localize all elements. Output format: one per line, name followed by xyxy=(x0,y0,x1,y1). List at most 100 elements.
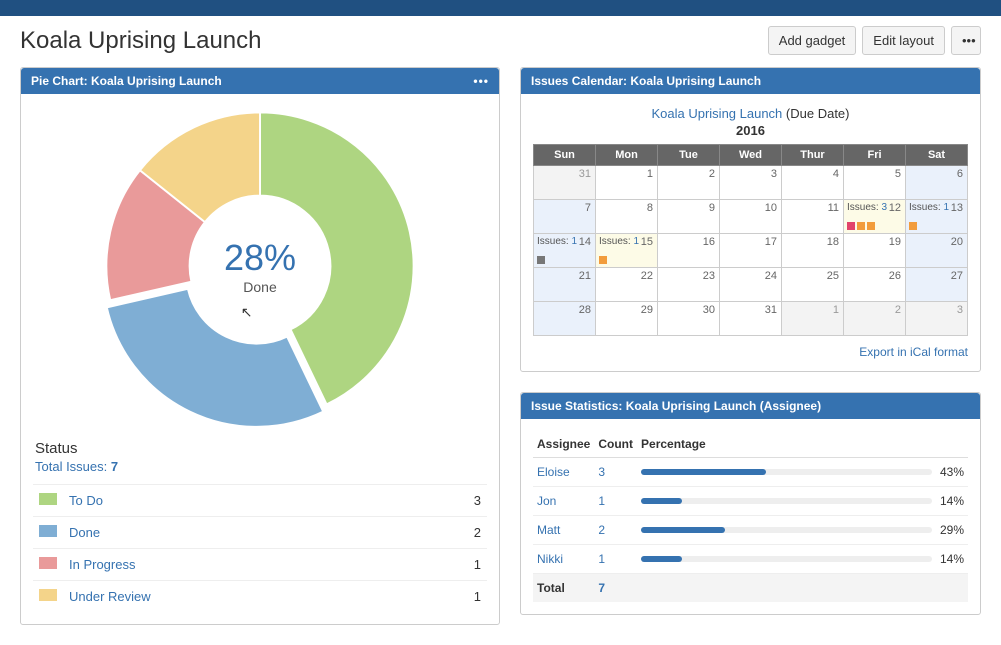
assignee-link[interactable]: Matt xyxy=(537,523,560,537)
calendar-cell[interactable]: 9 xyxy=(658,200,720,234)
swatch-icon xyxy=(39,493,57,505)
legend-status-link[interactable]: In Progress xyxy=(69,557,135,572)
calendar-cell[interactable]: 21 xyxy=(534,268,596,302)
legend-table: To Do3Done2In Progress1Under Review1 xyxy=(33,484,487,612)
calendar-cell[interactable]: 26 xyxy=(844,268,906,302)
count-link[interactable]: 2 xyxy=(598,523,605,537)
calendar-cell[interactable]: 4 xyxy=(782,166,844,200)
calendar-day-number: 1 xyxy=(647,168,653,180)
calendar-issue-link[interactable]: 3 xyxy=(881,202,887,213)
calendar-cell[interactable]: 3 xyxy=(720,166,782,200)
swatch-icon xyxy=(39,557,57,569)
legend-status-link[interactable]: Done xyxy=(69,525,100,540)
calendar-cell[interactable]: 31 xyxy=(534,166,596,200)
legend-count: 1 xyxy=(447,581,487,613)
calendar-day-number: 29 xyxy=(641,304,653,316)
count-link[interactable]: 3 xyxy=(598,465,605,479)
calendar-cell[interactable]: Issues: 114 xyxy=(534,234,596,268)
assignee-link[interactable]: Jon xyxy=(537,494,556,508)
calendar-cell[interactable]: 3 xyxy=(906,302,968,336)
pie-chart-header: Pie Chart: Koala Uprising Launch ••• xyxy=(21,68,499,94)
calendar-issue-link[interactable]: 1 xyxy=(633,236,639,247)
calendar-day-number: 7 xyxy=(585,202,591,214)
export-ical-link[interactable]: Export in iCal format xyxy=(859,345,968,359)
calendar-cell[interactable]: 2 xyxy=(844,302,906,336)
calendar-cell[interactable]: 16 xyxy=(658,234,720,268)
calendar-cell[interactable]: 17 xyxy=(720,234,782,268)
calendar-cell[interactable]: 31 xyxy=(720,302,782,336)
percent-value: 43% xyxy=(936,458,968,487)
calendar-day-number: 2 xyxy=(709,168,715,180)
total-issues-link[interactable]: Total Issues: 7 xyxy=(33,459,487,474)
edit-layout-button[interactable]: Edit layout xyxy=(862,26,945,55)
calendar-issue-label: Issues: 1 xyxy=(909,202,949,213)
stats-row: Eloise 3 43% xyxy=(533,458,968,487)
legend-row: In Progress1 xyxy=(33,549,487,581)
calendar-subtitle: Koala Uprising Launch (Due Date) xyxy=(533,106,968,121)
total-count-link[interactable]: 7 xyxy=(598,581,605,595)
calendar-day-number: 6 xyxy=(957,168,963,180)
calendar-cell[interactable]: 23 xyxy=(658,268,720,302)
calendar-day-header: Thur xyxy=(782,145,844,166)
more-actions-button[interactable]: ••• xyxy=(951,26,981,55)
calendar-cell[interactable]: Issues: 113 xyxy=(906,200,968,234)
stats-total-row: Total 7 xyxy=(533,574,968,603)
calendar-day-number: 20 xyxy=(951,236,963,248)
calendar-title: Issues Calendar: Koala Uprising Launch xyxy=(531,74,761,88)
legend-status-link[interactable]: To Do xyxy=(69,493,103,508)
calendar-day-number: 26 xyxy=(889,270,901,282)
count-link[interactable]: 1 xyxy=(598,552,605,566)
calendar-gadget: Issues Calendar: Koala Uprising Launch K… xyxy=(520,67,981,372)
calendar-cell[interactable]: Issues: 115 xyxy=(596,234,658,268)
calendar-cell[interactable]: 28 xyxy=(534,302,596,336)
calendar-subtitle-link[interactable]: Koala Uprising Launch xyxy=(651,106,782,121)
legend-row: Done2 xyxy=(33,517,487,549)
assignee-link[interactable]: Nikki xyxy=(537,552,563,566)
count-link[interactable]: 1 xyxy=(598,494,605,508)
calendar-cell[interactable]: 1 xyxy=(596,166,658,200)
calendar-day-number: 14 xyxy=(579,236,591,248)
calendar-cell[interactable]: 18 xyxy=(782,234,844,268)
calendar-cell[interactable]: 25 xyxy=(782,268,844,302)
calendar-day-header: Sun xyxy=(534,145,596,166)
calendar-cell[interactable]: 11 xyxy=(782,200,844,234)
total-label: Total xyxy=(533,574,594,603)
calendar-day-number: 8 xyxy=(647,202,653,214)
calendar-issue-link[interactable]: 1 xyxy=(571,236,577,247)
calendar-day-number: 16 xyxy=(703,236,715,248)
calendar-cell[interactable]: 2 xyxy=(658,166,720,200)
calendar-cell[interactable]: 10 xyxy=(720,200,782,234)
issue-block-icon xyxy=(537,256,545,264)
calendar-cell[interactable]: 24 xyxy=(720,268,782,302)
calendar-cell[interactable]: 6 xyxy=(906,166,968,200)
percent-value: 14% xyxy=(936,487,968,516)
stats-gadget: Issue Statistics: Koala Uprising Launch … xyxy=(520,392,981,615)
calendar-cell[interactable]: Issues: 312 xyxy=(844,200,906,234)
calendar-cell[interactable]: 19 xyxy=(844,234,906,268)
calendar-cell[interactable]: 22 xyxy=(596,268,658,302)
calendar-cell[interactable]: 1 xyxy=(782,302,844,336)
percent-bar xyxy=(641,556,932,562)
calendar-cell[interactable]: 20 xyxy=(906,234,968,268)
donut-slice-done[interactable] xyxy=(107,289,323,426)
calendar-cell[interactable]: 7 xyxy=(534,200,596,234)
calendar-cell[interactable]: 27 xyxy=(906,268,968,302)
calendar-cell[interactable]: 8 xyxy=(596,200,658,234)
calendar-issue-link[interactable]: 1 xyxy=(943,202,949,213)
calendar-table: SunMonTueWedThurFriSat311234567891011Iss… xyxy=(533,144,968,336)
calendar-cell[interactable]: 29 xyxy=(596,302,658,336)
donut-chart[interactable]: 28% Done ↖ xyxy=(100,106,420,426)
calendar-cell[interactable]: 5 xyxy=(844,166,906,200)
donut-center-label: Done xyxy=(224,279,296,295)
legend-status-link[interactable]: Under Review xyxy=(69,589,151,604)
add-gadget-button[interactable]: Add gadget xyxy=(768,26,857,55)
swatch-icon xyxy=(39,589,57,601)
calendar-day-number: 5 xyxy=(895,168,901,180)
calendar-day-number: 31 xyxy=(765,304,777,316)
legend-row: Under Review 1 xyxy=(33,581,487,613)
calendar-header: Issues Calendar: Koala Uprising Launch xyxy=(521,68,980,94)
assignee-link[interactable]: Eloise xyxy=(537,465,570,479)
pie-chart-more-icon[interactable]: ••• xyxy=(473,74,489,88)
calendar-year: 2016 xyxy=(533,123,968,138)
calendar-cell[interactable]: 30 xyxy=(658,302,720,336)
